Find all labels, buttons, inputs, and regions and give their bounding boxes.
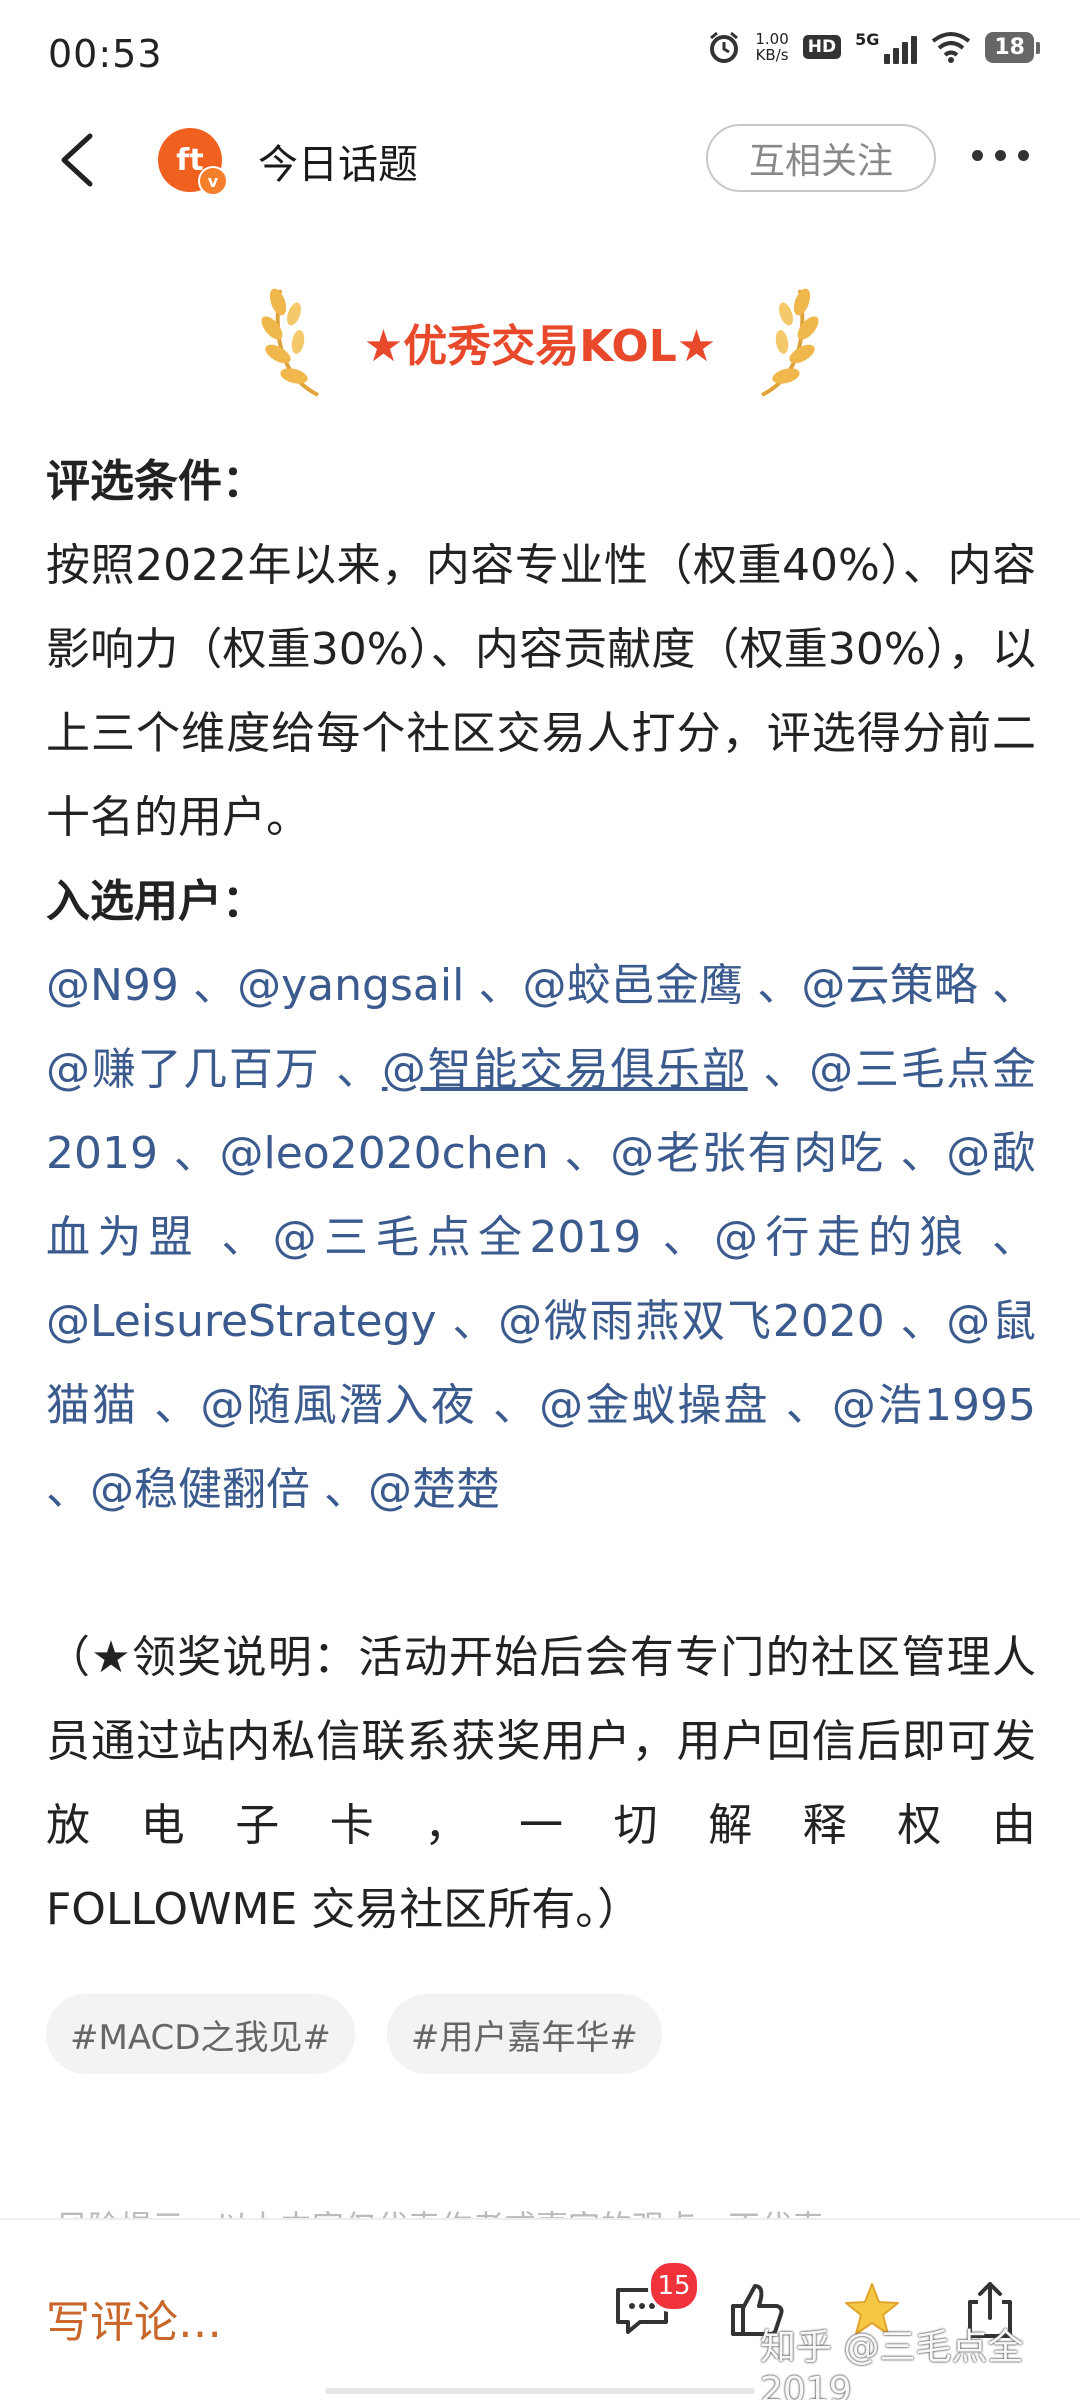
alarm-icon bbox=[710, 31, 739, 63]
mention-link[interactable]: @蛟邑金鹰 bbox=[523, 960, 744, 1011]
verified-icon: v bbox=[198, 166, 228, 196]
award-banner: ★优秀交易KOL★ bbox=[0, 280, 1080, 400]
post-page: 00:53 1.00 KB/s HD 5G 18 ft v 今日话题 互相关注 … bbox=[0, 0, 1080, 2400]
mention-link[interactable]: @赚了几百万 bbox=[46, 1044, 320, 1095]
watermark: 知乎 @三毛点全2019 bbox=[760, 2327, 1024, 2400]
mention-link[interactable]: @行走的狼 bbox=[714, 1212, 971, 1263]
selected-heading: 入选用户： bbox=[46, 876, 266, 927]
award-note: （★领奖说明：活动开始后会有专门的社区管理人员通过站内私信联系获奖用户，用户回信… bbox=[46, 1632, 1036, 1851]
mention-link[interactable]: @老张有肉吃 bbox=[610, 1128, 885, 1179]
mention-separator: 、 bbox=[178, 960, 238, 1011]
mention-separator: 、 bbox=[769, 1380, 832, 1431]
mention-separator: 、 bbox=[464, 960, 523, 1011]
comment-input[interactable]: 写评论… bbox=[46, 2286, 222, 2350]
mention-link[interactable]: @三毛点全2019 bbox=[273, 1212, 642, 1263]
mention-link[interactable]: @楚楚 bbox=[368, 1464, 500, 1515]
award-note-end: FOLLOWME 交易社区所有。） bbox=[46, 1884, 642, 1935]
criteria-heading: 评选条件： bbox=[46, 456, 266, 507]
channel-title[interactable]: 今日话题 bbox=[258, 132, 418, 190]
hd-icon: HD bbox=[802, 35, 842, 59]
mention-separator: 、 bbox=[641, 1212, 714, 1263]
mention-separator: 、 bbox=[320, 1044, 382, 1095]
follow-button[interactable]: 互相关注 bbox=[706, 124, 936, 192]
mention-separator: 、 bbox=[977, 960, 1036, 1011]
mention-separator: 、 bbox=[436, 1296, 499, 1347]
mention-separator: 、 bbox=[970, 1212, 1036, 1263]
mention-separator: 、 bbox=[884, 1296, 947, 1347]
back-arrow-icon[interactable] bbox=[50, 130, 110, 190]
criteria-text: 按照2022年以来，内容专业性（权重40%）、内容影响力（权重30%）、内容贡献… bbox=[46, 540, 1036, 843]
mention-link[interactable]: @随風潛入夜 bbox=[200, 1380, 477, 1431]
bottom-action-bar: 写评论… 15 知乎 @三毛点全2019 bbox=[0, 2218, 1080, 2400]
signal-5g-icon: 5G bbox=[855, 30, 918, 64]
mention-separator: 、 bbox=[747, 1044, 810, 1095]
mention-separator: 、 bbox=[310, 1464, 368, 1515]
mention-link[interactable]: @微雨燕双飞2020 bbox=[498, 1296, 885, 1347]
award-title: ★优秀交易KOL★ bbox=[363, 321, 717, 372]
tag-chip[interactable]: #MACD之我见# bbox=[46, 1994, 355, 2074]
mention-separator: 、 bbox=[476, 1380, 540, 1431]
mention-separator: 、 bbox=[157, 1128, 220, 1179]
home-indicator[interactable] bbox=[325, 2388, 755, 2394]
mention-link[interactable]: @浩1995 bbox=[832, 1380, 1036, 1431]
mention-separator: 、 bbox=[138, 1380, 201, 1431]
topic-tags: #MACD之我见# #用户嘉年华# bbox=[46, 1994, 662, 2074]
mention-separator: 、 bbox=[548, 1128, 611, 1179]
article-body: 评选条件： 按照2022年以来，内容专业性（权重40%）、内容影响力（权重30%… bbox=[46, 440, 1036, 1952]
mention-link[interactable]: @leo2020chen bbox=[219, 1128, 548, 1179]
status-bar: 00:53 1.00 KB/s HD 5G 18 bbox=[0, 0, 1080, 110]
comment-count-badge: 15 bbox=[648, 2260, 700, 2312]
mention-link[interactable]: @yangsail bbox=[237, 960, 464, 1011]
more-icon[interactable] bbox=[972, 150, 1029, 161]
tag-chip[interactable]: #用户嘉年华# bbox=[386, 1994, 662, 2074]
mention-separator: 、 bbox=[743, 960, 802, 1011]
mention-separator: 、 bbox=[46, 1464, 90, 1515]
mention-link[interactable]: @智能交易俱乐部 bbox=[382, 1044, 748, 1095]
network-speed: 1.00 KB/s bbox=[755, 30, 789, 64]
status-time: 00:53 bbox=[48, 32, 163, 76]
laurel-right-icon bbox=[761, 288, 819, 397]
wifi-icon bbox=[932, 32, 971, 63]
battery-icon: 18 bbox=[985, 31, 1040, 63]
mention-separator: 、 bbox=[884, 1128, 947, 1179]
channel-logo[interactable]: ft v bbox=[158, 128, 228, 196]
mention-link[interactable]: @稳健翻倍 bbox=[90, 1464, 310, 1515]
mention-link[interactable]: @N99 bbox=[46, 960, 179, 1011]
mention-link[interactable]: @云策略 bbox=[801, 960, 977, 1011]
mention-list: @N99 、@yangsail 、@蛟邑金鹰 、@云策略 、@赚了几百万 、@智… bbox=[46, 944, 1036, 1532]
mention-separator: 、 bbox=[200, 1212, 273, 1263]
mention-link[interactable]: @金蚁操盘 bbox=[539, 1380, 769, 1431]
mention-link[interactable]: @LeisureStrategy bbox=[46, 1296, 437, 1347]
status-icons: 1.00 KB/s HD 5G 18 bbox=[707, 30, 1040, 64]
top-nav: ft v 今日话题 互相关注 bbox=[0, 110, 1080, 210]
